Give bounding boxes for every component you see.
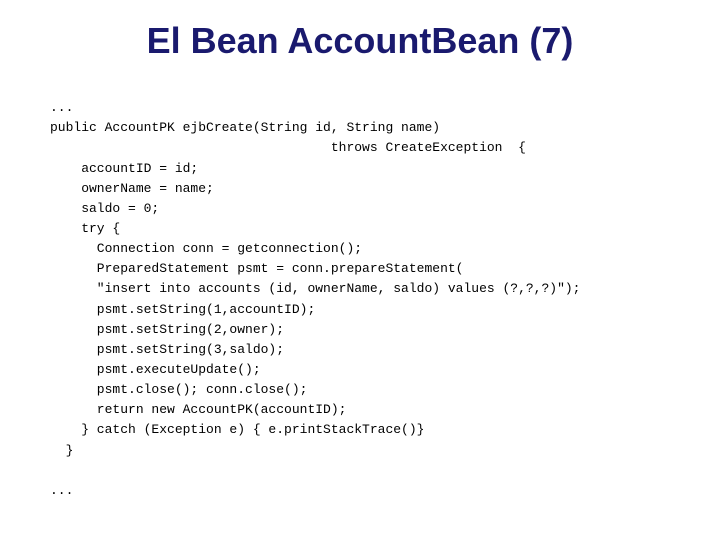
code-line-connection: Connection conn = getconnection();: [50, 241, 362, 256]
code-line-prepared: PreparedStatement psmt = conn.prepareSta…: [50, 261, 463, 276]
code-line-setstring1: psmt.setString(1,accountID);: [50, 302, 315, 317]
code-line-return: return new AccountPK(accountID);: [50, 402, 346, 417]
code-line-execute: psmt.executeUpdate();: [50, 362, 261, 377]
code-line-setstring3: psmt.setString(3,saldo);: [50, 342, 284, 357]
code-line-try: try {: [50, 221, 120, 236]
ellipsis-bottom: ...: [50, 483, 73, 498]
code-line-public: public AccountPK ejbCreate(String id, St…: [50, 120, 440, 135]
code-block: ... public AccountPK ejbCreate(String id…: [40, 78, 680, 521]
code-line-ownername: ownerName = name;: [50, 181, 214, 196]
code-line-saldo: saldo = 0;: [50, 201, 159, 216]
code-line-accountid: accountID = id;: [50, 161, 198, 176]
code-line-close: psmt.close(); conn.close();: [50, 382, 307, 397]
slide-container: El Bean AccountBean (7) ... public Accou…: [0, 0, 720, 540]
code-line-insert: "insert into accounts (id, ownerName, sa…: [50, 281, 581, 296]
code-line-setstring2: psmt.setString(2,owner);: [50, 322, 284, 337]
code-line-catch: } catch (Exception e) { e.printStackTrac…: [50, 422, 424, 437]
ellipsis-top: ...: [50, 100, 73, 115]
code-line-closing-brace: }: [50, 443, 73, 458]
code-line-blank: [50, 463, 58, 478]
code-line-throws: throws CreateException {: [50, 140, 526, 155]
slide-title: El Bean AccountBean (7): [147, 20, 574, 62]
